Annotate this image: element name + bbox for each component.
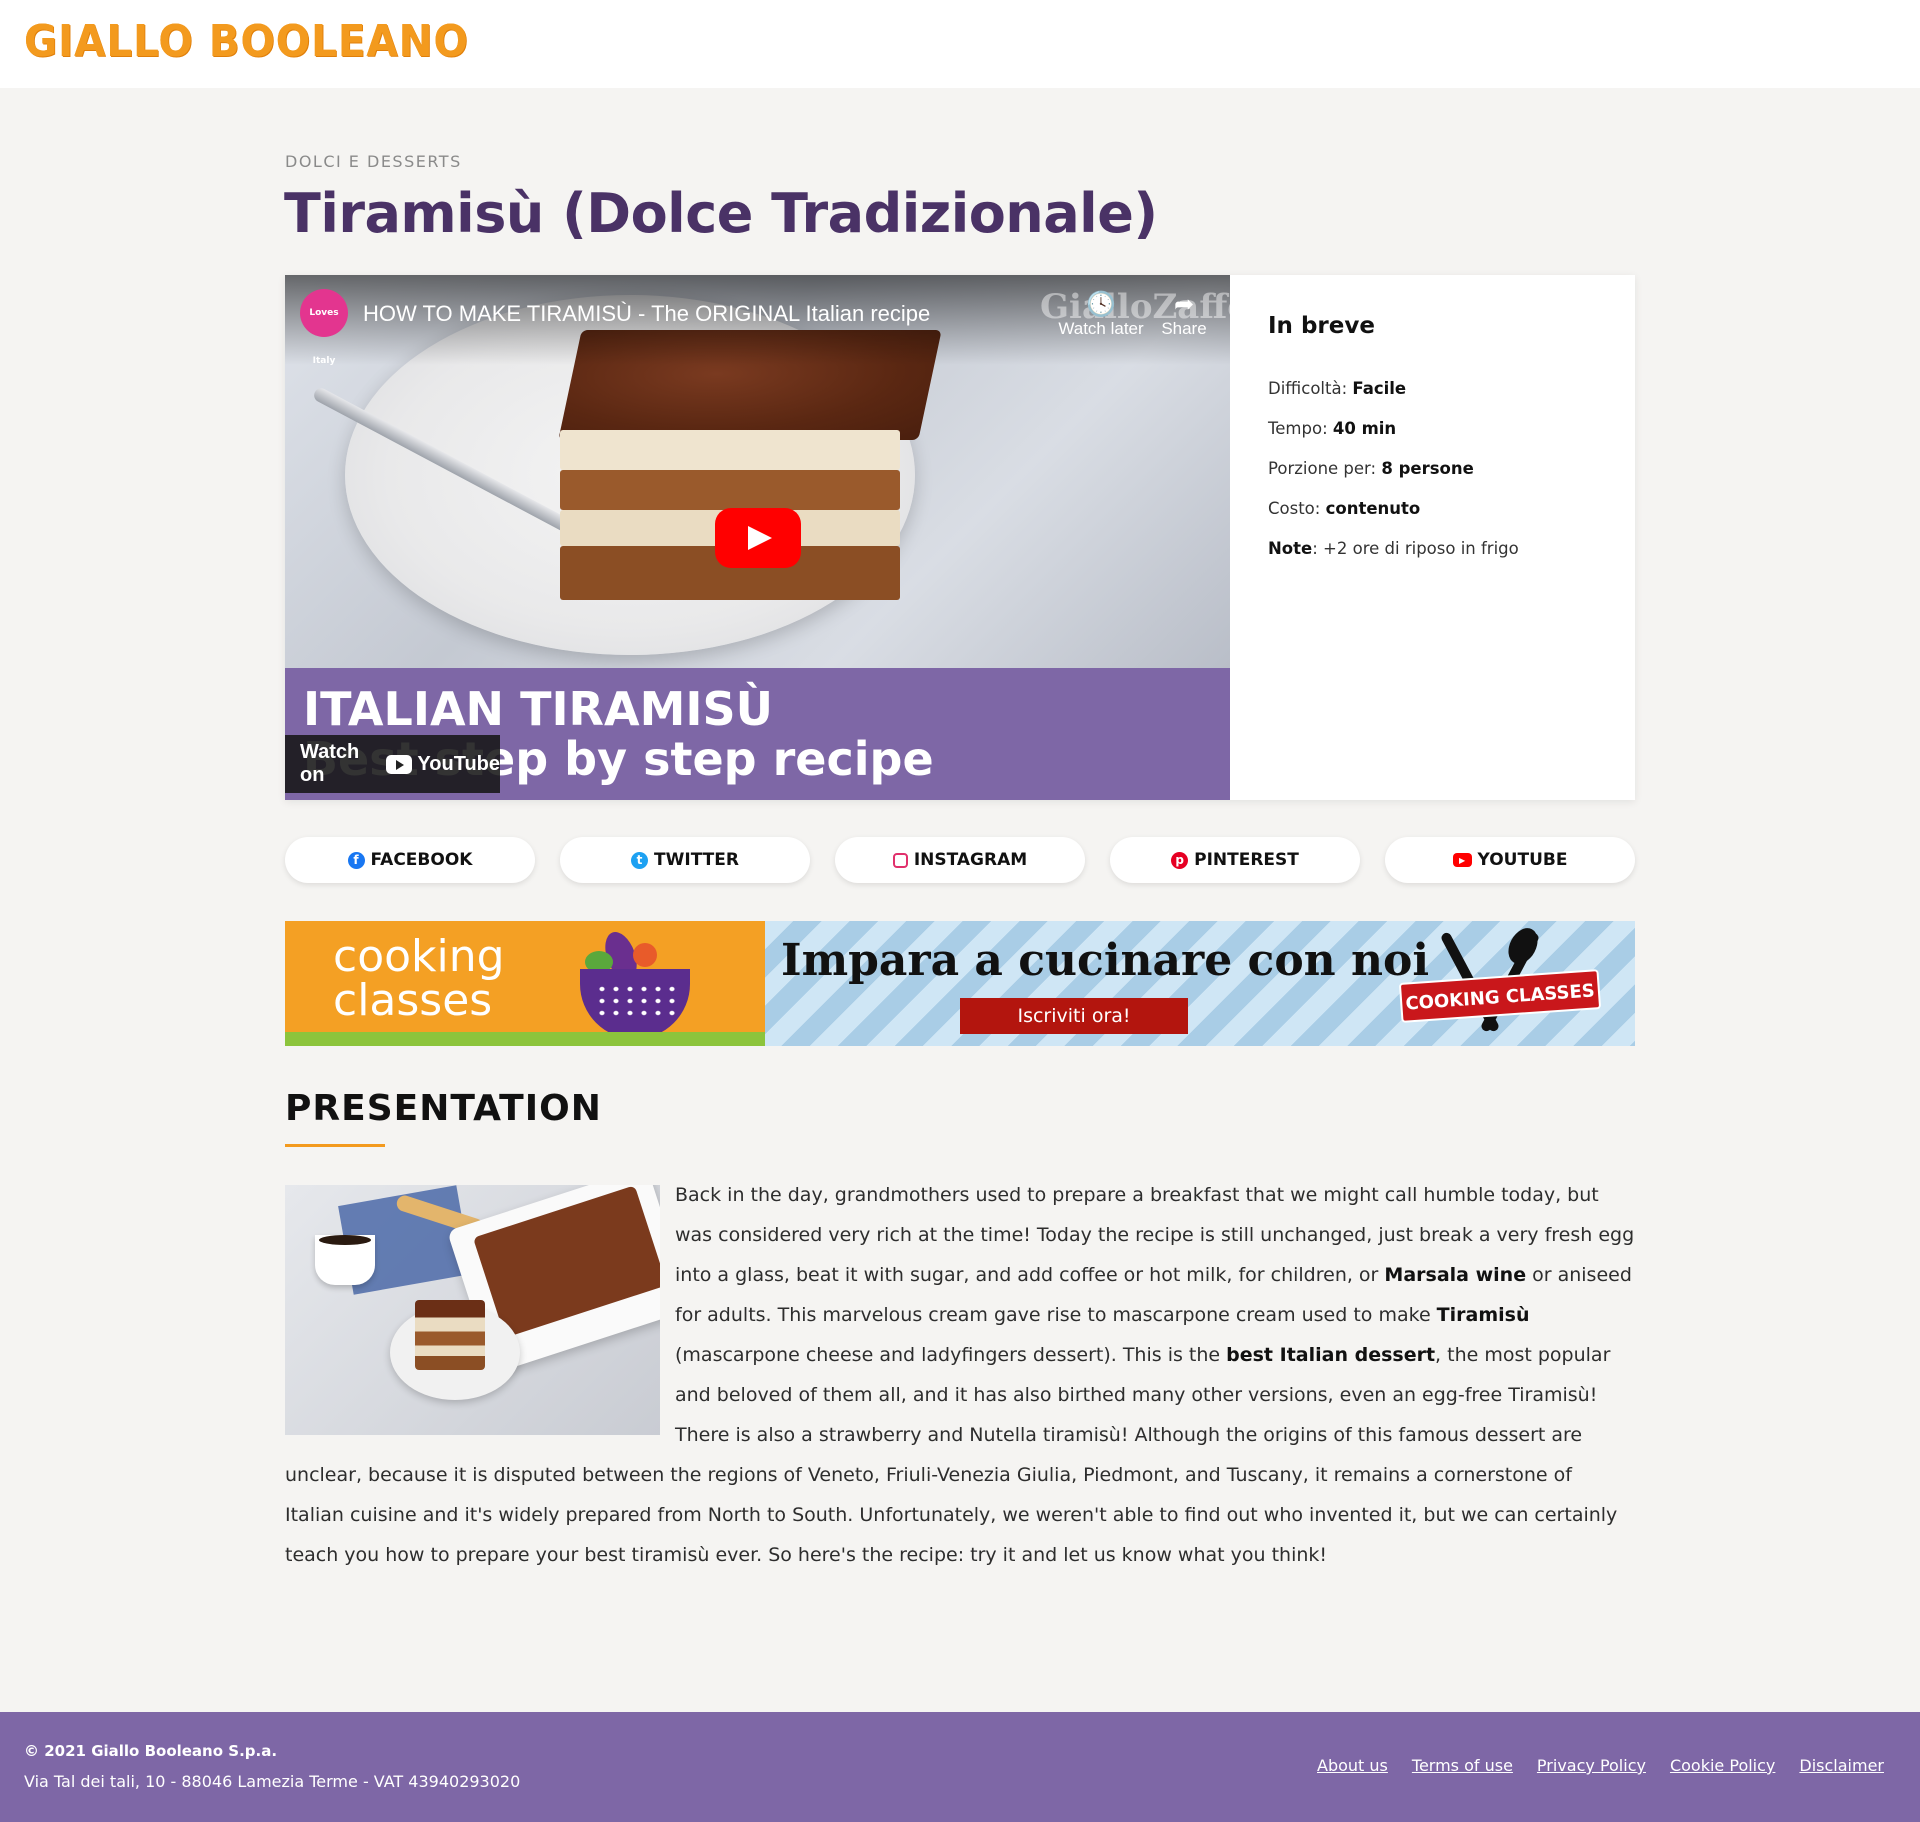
heading-underline <box>285 1144 385 1147</box>
presentation-heading: PRESENTATION <box>285 1088 602 1129</box>
play-button[interactable] <box>715 508 801 568</box>
ad-ribbon-badge: COOKING CLASSES <box>1398 969 1602 1023</box>
info-row-cost: Costo: contenuto <box>1268 499 1421 518</box>
recipe-summary-panel: In breve Difficoltà: Facile Tempo: 40 mi… <box>1230 275 1635 800</box>
youtube-logo: YouTube <box>386 753 500 776</box>
page-title: Tiramisù (Dolce Tradizionale) <box>284 182 1158 245</box>
summary-heading: In breve <box>1268 313 1375 339</box>
site-footer: © 2021 Giallo Booleano S.p.a. Via Tal de… <box>0 1712 1920 1822</box>
presentation-paragraph: Back in the day, grandmothers used to pr… <box>285 1184 1635 1566</box>
watch-on-youtube-button[interactable]: Watch on YouTube <box>285 735 500 793</box>
footer-link-privacy[interactable]: Privacy Policy <box>1537 1756 1646 1775</box>
twitter-icon: t <box>631 851 649 869</box>
footer-link-about[interactable]: About us <box>1317 1756 1388 1775</box>
channel-avatar[interactable]: Loves Italy <box>300 289 348 366</box>
watch-later-button[interactable]: 🕓 Watch later <box>1046 291 1156 339</box>
footer-links: About us Terms of use Privacy Policy Coo… <box>1317 1756 1884 1775</box>
site-header: GIALLO BOOLEANO <box>0 0 1920 88</box>
tomato-icon <box>633 943 657 967</box>
ad-signup-button[interactable]: Iscriviti ora! <box>960 998 1188 1034</box>
tiramisu-slice-image <box>540 330 942 620</box>
media-card: Loves Italy HOW TO MAKE TIRAMISÙ - The O… <box>285 275 1635 800</box>
info-row-time: Tempo: 40 min <box>1268 419 1397 438</box>
watch-on-label: Watch on <box>300 741 360 786</box>
share-label: Share <box>1161 319 1207 338</box>
clock-icon: 🕓 <box>1086 291 1116 318</box>
ad-left-panel: cooking classes <box>285 921 765 1046</box>
site-logo[interactable]: GIALLO BOOLEANO <box>24 16 469 67</box>
youtube-button[interactable]: ▶ YOUTUBE <box>1385 837 1635 883</box>
instagram-icon <box>892 852 908 868</box>
category-breadcrumb[interactable]: DOLCI E DESSERTS <box>285 152 462 171</box>
ad-right-panel: Impara a cucinare con noi Iscriviti ora!… <box>765 921 1635 1046</box>
info-row-servings: Porzione per: 8 persone <box>1268 459 1474 478</box>
social-buttons: f FACEBOOK t TWITTER INSTAGRAM p PINTERE… <box>285 837 1635 883</box>
cooking-classes-ad[interactable]: cooking classes Impara a cucinare con no… <box>285 921 1635 1046</box>
share-button[interactable]: ➦ Share <box>1149 291 1219 339</box>
footer-link-disclaimer[interactable]: Disclaimer <box>1799 1756 1884 1775</box>
footer-copyright: © 2021 Giallo Booleano S.p.a. <box>24 1742 278 1760</box>
footer-link-terms[interactable]: Terms of use <box>1412 1756 1513 1775</box>
video-title[interactable]: HOW TO MAKE TIRAMISÙ - The ORIGINAL Ital… <box>363 301 930 327</box>
youtube-icon: ▶ <box>1452 853 1472 867</box>
footer-address: Via Tal dei tali, 10 - 88046 Lamezia Ter… <box>24 1772 521 1791</box>
pinterest-icon: p <box>1171 851 1189 869</box>
footer-link-cookie[interactable]: Cookie Policy <box>1670 1756 1775 1775</box>
youtube-icon <box>386 754 413 774</box>
info-row-notes: Note: +2 ore di riposo in frigo <box>1268 539 1519 558</box>
facebook-button[interactable]: f FACEBOOK <box>285 837 535 883</box>
pinterest-button[interactable]: p PINTEREST <box>1110 837 1360 883</box>
youtube-video-embed[interactable]: Loves Italy HOW TO MAKE TIRAMISÙ - The O… <box>285 275 1230 800</box>
instagram-button[interactable]: INSTAGRAM <box>835 837 1085 883</box>
banner-line-1: ITALIAN TIRAMISÙ <box>303 682 773 736</box>
ad-left-text: cooking classes <box>333 931 505 1026</box>
facebook-icon: f <box>347 851 365 869</box>
share-icon: ➦ <box>1173 291 1195 318</box>
ad-headline: Impara a cucinare con noi <box>781 935 1430 986</box>
watch-later-label: Watch later <box>1058 319 1144 338</box>
twitter-button[interactable]: t TWITTER <box>560 837 810 883</box>
info-row-difficulty: Difficoltà: Facile <box>1268 379 1407 398</box>
